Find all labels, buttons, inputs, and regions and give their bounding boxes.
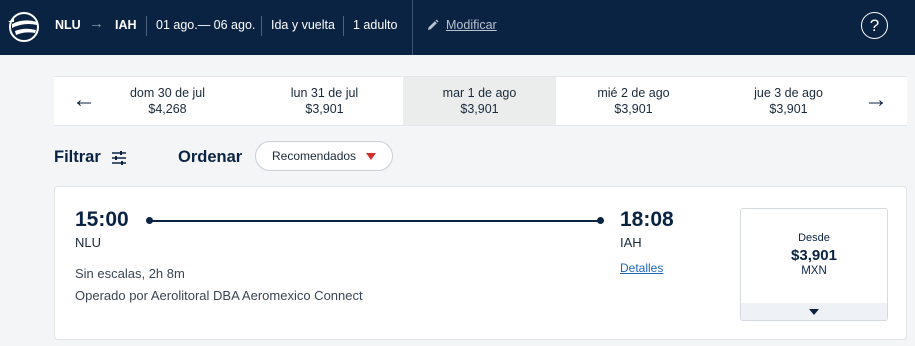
sort-selected-value: Recomendados: [272, 149, 357, 163]
route-line: [151, 220, 601, 222]
fare-price-box[interactable]: Desde $3,901 MXN: [740, 208, 888, 321]
origin-code: NLU: [55, 18, 81, 32]
caret-down-icon: [366, 152, 377, 160]
date-label: lun 31 de jul: [290, 86, 359, 100]
divider: [343, 16, 344, 36]
route-arrow-icon: →: [89, 15, 104, 32]
divider: [261, 16, 262, 36]
arrival-airport: IAH: [620, 235, 642, 250]
top-bar: NLU → IAH 01 ago.— 06 ago. Ida y vuelta …: [0, 0, 915, 55]
sort-dropdown[interactable]: Recomendados: [255, 141, 393, 171]
date-price: $3,901: [305, 102, 344, 116]
aeromexico-logo-icon[interactable]: [6, 10, 42, 44]
date-label: dom 30 de jul: [129, 86, 206, 100]
date-label: mié 2 de ago: [597, 86, 670, 100]
help-icon[interactable]: ?: [861, 12, 888, 39]
date-price: $3,901: [460, 102, 499, 116]
filter-button[interactable]: Filtrar: [54, 148, 127, 167]
date-price: $4,268: [148, 102, 187, 116]
trip-type: Ida y vuelta: [271, 18, 335, 32]
fare-price: $3,901: [791, 247, 837, 264]
passenger-count: 1 adulto: [353, 18, 398, 32]
sliders-icon: [111, 150, 126, 165]
pencil-icon: [428, 19, 439, 30]
date-selector-strip: ← dom 30 de jul $4,268 lun 31 de jul $3,…: [54, 76, 907, 126]
travel-dates: 01 ago.— 06 ago.: [156, 18, 256, 32]
sort-label: Ordenar: [178, 148, 243, 166]
date-option-jul31[interactable]: lun 31 de jul $3,901: [248, 77, 401, 125]
date-option-aug1-selected[interactable]: mar 1 de ago $3,901: [403, 77, 556, 125]
departure-time: 15:00: [75, 208, 129, 231]
arrival-time: 18:08: [620, 208, 674, 231]
departure-airport: NLU: [75, 235, 102, 250]
filter-label: Filtrar: [54, 148, 101, 166]
expand-fares-toggle[interactable]: [741, 303, 887, 320]
price-prefix: Desde: [798, 232, 830, 244]
divider: [146, 16, 147, 36]
route-end-dot: [597, 217, 604, 224]
currency-code: MXN: [801, 265, 827, 277]
modify-link-label[interactable]: Modificar: [446, 18, 497, 32]
date-option-aug3[interactable]: jue 3 de ago $3,901: [712, 77, 865, 125]
destination-code: IAH: [115, 18, 137, 32]
next-dates-arrow-icon[interactable]: →: [864, 87, 888, 113]
operating-carrier: Operado por Aerolitoral DBA Aeromexico C…: [75, 288, 363, 303]
chevron-down-icon: [809, 308, 819, 315]
date-label: jue 3 de ago: [754, 86, 823, 100]
date-price: $3,901: [614, 102, 653, 116]
flight-result-card: 15:00 NLU 18:08 IAH Detalles Sin escalas…: [54, 186, 907, 340]
details-link[interactable]: Detalles: [620, 261, 663, 275]
divider: [412, 0, 413, 55]
date-label: mar 1 de ago: [442, 86, 517, 100]
modify-search-button[interactable]: Modificar: [426, 15, 497, 35]
date-option-jul30[interactable]: dom 30 de jul $4,268: [91, 77, 244, 125]
flight-duration: Sin escalas, 2h 8m: [75, 266, 185, 281]
date-option-aug2[interactable]: mié 2 de ago $3,901: [557, 77, 710, 125]
date-price: $3,901: [769, 102, 808, 116]
